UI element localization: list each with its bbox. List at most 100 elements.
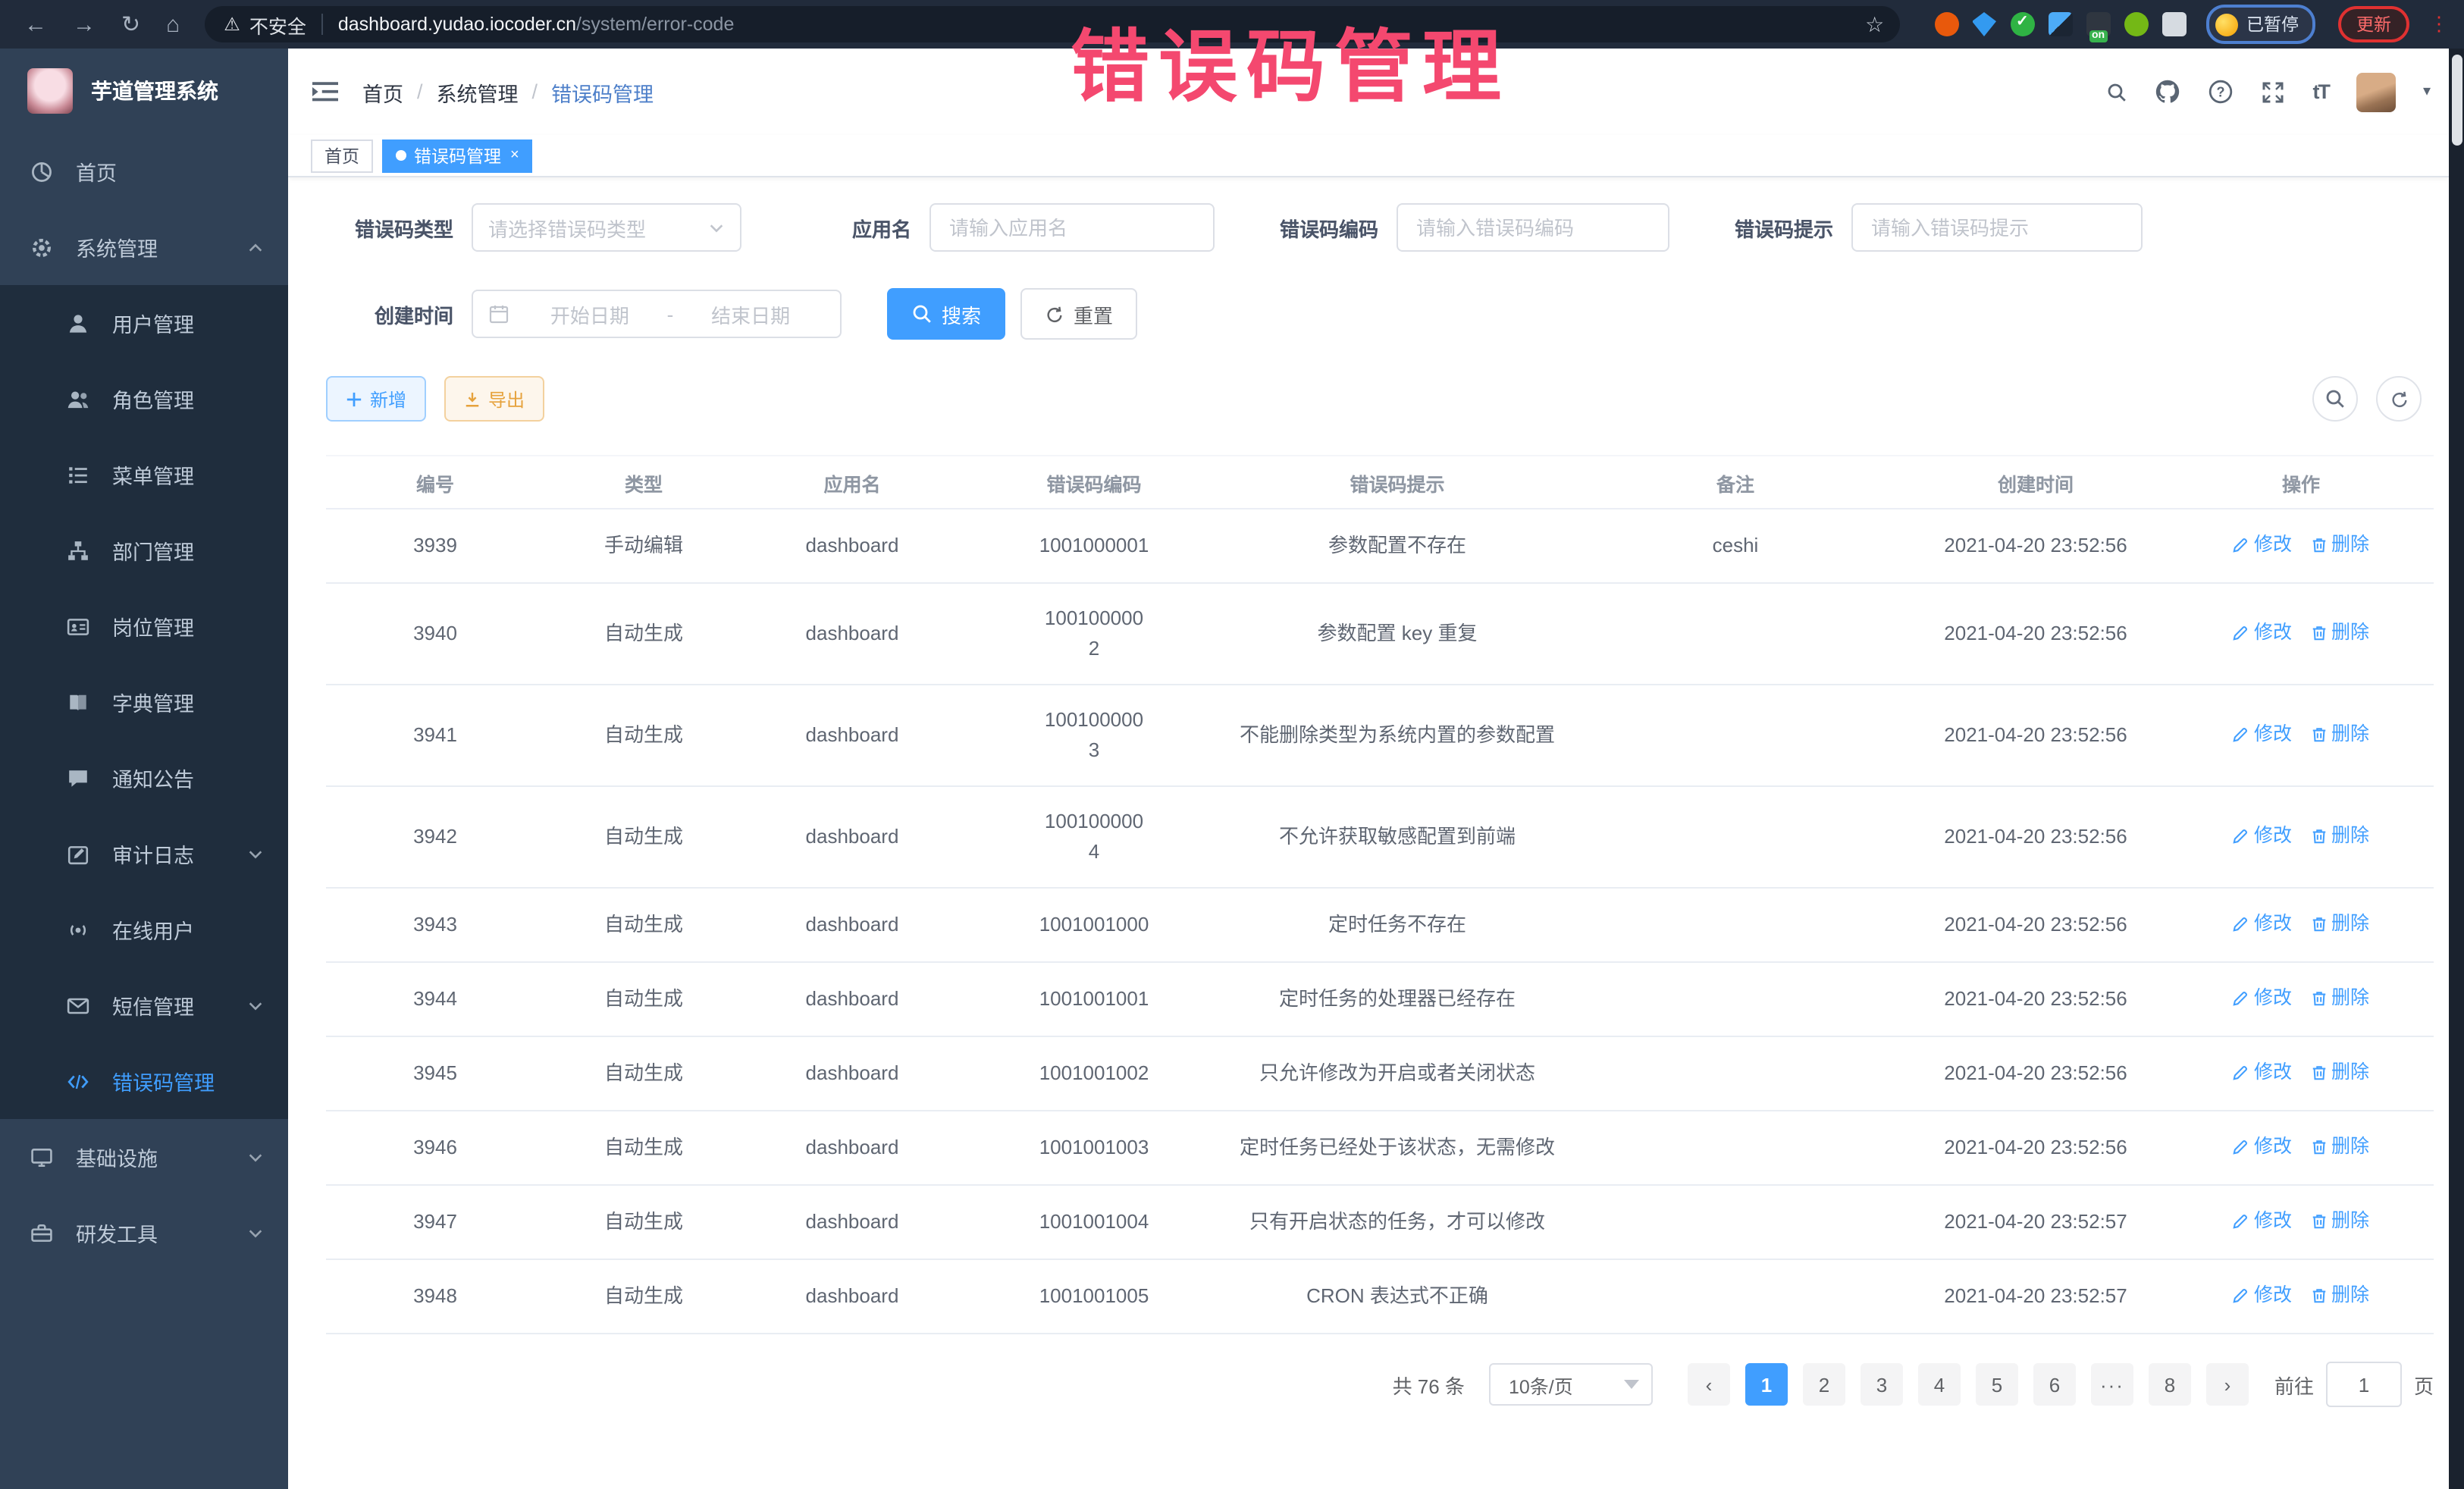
ext-onbadge-icon[interactable] — [2086, 12, 2110, 36]
avatar-caret-icon[interactable]: ▾ — [2423, 83, 2431, 100]
breadcrumb-item-2[interactable]: 错误码管理 — [551, 77, 654, 107]
edit-link[interactable]: 修改 — [2233, 1058, 2292, 1088]
sidebar-item-13[interactable]: 基础设施 — [0, 1119, 288, 1195]
user-avatar[interactable] — [2356, 72, 2396, 111]
edit-link-label: 修改 — [2254, 618, 2292, 648]
reload-icon[interactable]: ↻ — [121, 13, 140, 36]
url-host: dashboard.yudao.iocoder.cn — [338, 14, 576, 35]
browser-menu-icon[interactable]: ⋮ — [2429, 12, 2449, 36]
ext-shield-icon[interactable] — [2010, 12, 2034, 36]
edit-link[interactable]: 修改 — [2233, 530, 2292, 560]
address-bar[interactable]: ⚠ 不安全 dashboard.yudao.iocoder.cn /system… — [204, 6, 1899, 42]
delete-link[interactable]: 删除 — [2310, 1206, 2369, 1237]
search-button[interactable]: 搜索 — [887, 288, 1005, 340]
edit-icon — [2233, 916, 2249, 933]
sidebar-item-4[interactable]: 菜单管理 — [0, 437, 288, 513]
sidebar-item-8[interactable]: 通知公告 — [0, 740, 288, 816]
date-range-picker[interactable]: 开始日期 - 结束日期 — [472, 290, 842, 338]
font-size-icon[interactable]: tT — [2312, 80, 2329, 103]
sidebar-item-14[interactable]: 研发工具 — [0, 1195, 288, 1271]
browser-profile-chip[interactable]: 已暂停 — [2205, 5, 2315, 44]
sidebar-item-10[interactable]: 在线用户 — [0, 892, 288, 967]
sidebar-item-9[interactable]: 审计日志 — [0, 816, 288, 892]
help-icon[interactable]: ? — [2208, 79, 2234, 105]
fullscreen-icon[interactable] — [2261, 80, 2285, 104]
chevron-up-icon — [247, 239, 264, 255]
date-end-placeholder[interactable]: 结束日期 — [676, 299, 825, 328]
hide-search-button[interactable] — [2312, 376, 2358, 422]
tab-0[interactable]: 首页 — [311, 139, 373, 172]
sidebar-item-7[interactable]: 字典管理 — [0, 664, 288, 740]
security-label[interactable]: 不安全 — [249, 10, 306, 39]
page-button-4[interactable]: 4 — [1918, 1363, 1961, 1406]
delete-link[interactable]: 删除 — [2310, 821, 2369, 851]
edit-link[interactable]: 修改 — [2233, 821, 2292, 851]
search-icon[interactable] — [2106, 81, 2127, 102]
breadcrumb-item-1[interactable]: 系统管理 — [437, 77, 519, 107]
sidebar-item-6[interactable]: 岗位管理 — [0, 588, 288, 664]
app-logo-row[interactable]: 芋道管理系统 — [0, 49, 288, 133]
sidebar-item-5[interactable]: 部门管理 — [0, 513, 288, 588]
edit-link[interactable]: 修改 — [2233, 1132, 2292, 1162]
edit-link[interactable]: 修改 — [2233, 719, 2292, 750]
ext-orange-icon[interactable] — [1934, 12, 1958, 36]
page-button-2[interactable]: 2 — [1803, 1363, 1845, 1406]
browser-update-button[interactable]: 更新 — [2338, 6, 2409, 42]
refresh-button[interactable] — [2376, 376, 2422, 422]
edit-link[interactable]: 修改 — [2233, 1281, 2292, 1311]
sidebar-item-2[interactable]: 用户管理 — [0, 285, 288, 361]
breadcrumb-item-0[interactable]: 首页 — [362, 77, 403, 107]
page-ellipsis[interactable]: ··· — [2091, 1363, 2133, 1406]
delete-link[interactable]: 删除 — [2310, 983, 2369, 1014]
error-type-select[interactable]: 请选择错误码类型 — [472, 203, 741, 252]
date-start-placeholder[interactable]: 开始日期 — [516, 299, 664, 328]
delete-link[interactable]: 删除 — [2310, 909, 2369, 939]
bookmark-star-icon[interactable]: ☆ — [1865, 11, 1884, 37]
filter-group-3: 错误码提示 — [1712, 203, 2143, 252]
page-size-select[interactable]: 10条/页 — [1489, 1363, 1653, 1406]
sidebar-item-3[interactable]: 角色管理 — [0, 361, 288, 437]
delete-link[interactable]: 删除 — [2310, 1058, 2369, 1088]
browser-scrollbar[interactable] — [2449, 49, 2464, 1489]
reset-button[interactable]: 重置 — [1020, 288, 1137, 340]
forward-icon[interactable]: → — [73, 13, 96, 36]
filter-input-3[interactable] — [1851, 203, 2143, 252]
ext-key-icon[interactable] — [2124, 12, 2148, 36]
export-button[interactable]: 导出 — [444, 376, 544, 422]
tab-1[interactable]: 错误码管理× — [382, 139, 533, 172]
github-icon[interactable] — [2155, 79, 2180, 105]
page-button-1[interactable]: 1 — [1745, 1363, 1788, 1406]
page-button-8[interactable]: 8 — [2149, 1363, 2191, 1406]
filter-input-2[interactable] — [1397, 203, 1669, 252]
page-button-3[interactable]: 3 — [1861, 1363, 1903, 1406]
edit-link[interactable]: 修改 — [2233, 1206, 2292, 1237]
ext-gem-icon[interactable] — [1972, 12, 1996, 36]
prev-page-button[interactable]: ‹ — [1688, 1363, 1730, 1406]
filter-input-1[interactable] — [929, 203, 1215, 252]
page-button-5[interactable]: 5 — [1976, 1363, 2018, 1406]
back-icon[interactable]: ← — [24, 13, 47, 36]
tab-close-icon[interactable]: × — [510, 148, 519, 163]
delete-link[interactable]: 删除 — [2310, 1132, 2369, 1162]
delete-link[interactable]: 删除 — [2310, 719, 2369, 750]
sidebar-item-12[interactable]: 错误码管理 — [0, 1043, 288, 1119]
next-page-button[interactable]: › — [2206, 1363, 2249, 1406]
delete-link[interactable]: 删除 — [2310, 530, 2369, 560]
ext-puzzle-icon[interactable] — [2161, 12, 2186, 36]
cell-type: 自动生成 — [544, 1259, 743, 1334]
page-button-6[interactable]: 6 — [2033, 1363, 2076, 1406]
sidebar-item-11[interactable]: 短信管理 — [0, 967, 288, 1043]
sidebar-fold-icon[interactable] — [312, 80, 338, 103]
add-button[interactable]: 新增 — [326, 376, 426, 422]
home-icon[interactable]: ⌂ — [166, 13, 180, 36]
delete-link[interactable]: 删除 — [2310, 1281, 2369, 1311]
ext-grid-icon[interactable] — [2048, 12, 2072, 36]
scrollbar-thumb[interactable] — [2451, 55, 2462, 146]
edit-link[interactable]: 修改 — [2233, 618, 2292, 648]
goto-page-input[interactable] — [2326, 1362, 2402, 1407]
delete-link[interactable]: 删除 — [2310, 618, 2369, 648]
edit-link[interactable]: 修改 — [2233, 983, 2292, 1014]
sidebar-item-0[interactable]: 首页 — [0, 133, 288, 209]
sidebar-item-1[interactable]: 系统管理 — [0, 209, 288, 285]
edit-link[interactable]: 修改 — [2233, 909, 2292, 939]
